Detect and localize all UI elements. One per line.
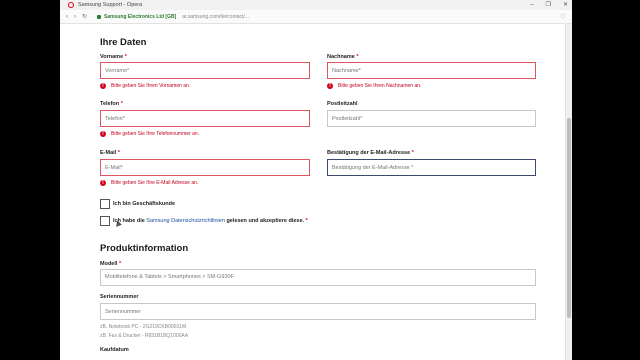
business-customer-checkbox[interactable]: [100, 199, 110, 209]
email-label: E-Mail *: [100, 150, 120, 156]
reload-icon[interactable]: ↻: [82, 13, 87, 20]
error-icon: !: [100, 180, 106, 186]
nachname-label: Nachname *: [327, 54, 359, 60]
page-content: Ihre Daten Vorname * !Bitte geben Sie Ih…: [60, 24, 565, 360]
modell-field[interactable]: Mobiltelefone & Tablets > Smartphones > …: [100, 269, 536, 286]
address-bar[interactable]: ‹ › ↻ Samsung Electronics Ltd [GB] ar.sa…: [60, 10, 572, 24]
telefon-label: Telefon *: [100, 101, 123, 107]
browser-window: Samsung Support - Opera – ❐ ✕ ‹ › ↻ Sams…: [60, 0, 572, 360]
telefon-input[interactable]: [100, 110, 310, 127]
privacy-checkbox[interactable]: [100, 216, 110, 226]
seriennummer-input[interactable]: [100, 303, 536, 320]
window-title: Samsung Support - Opera: [78, 2, 143, 8]
minimize-icon[interactable]: –: [530, 0, 533, 10]
business-customer-label[interactable]: Ich bin Geschäftskunde: [113, 201, 175, 207]
privacy-policy-link[interactable]: Samsung Datenschutzrichtlinien: [146, 218, 225, 224]
nachname-error: ! Bitte geben Sie Ihren Nachnamen an.: [327, 83, 421, 89]
seriennummer-hint-2: zB. Fax & Drucker - R831B1BQ1000AA: [100, 333, 189, 339]
email-error: ! Bitte geben Sie Ihre E-Mail Adresse an.: [100, 180, 198, 186]
section-title-product: Produktinformation: [100, 243, 189, 254]
back-icon[interactable]: ‹: [66, 14, 68, 20]
telefon-error: ! Bitte geben Sie Ihre Telefonnummer an.: [100, 131, 199, 137]
title-bar: Samsung Support - Opera – ❐ ✕: [60, 0, 572, 10]
postleitzahl-input[interactable]: [327, 110, 536, 127]
lock-icon[interactable]: [97, 14, 102, 19]
close-icon[interactable]: ✕: [563, 0, 568, 10]
site-identity[interactable]: Samsung Electronics Ltd [GB]: [104, 14, 176, 20]
maximize-icon[interactable]: ❐: [546, 0, 551, 10]
postleitzahl-label: Postleitzahl: [327, 101, 358, 107]
privacy-suffix: gelesen und akzeptiere diese.: [226, 218, 305, 224]
vorname-error: ! Bitte geben Sie Ihren Vornamen an.: [100, 83, 190, 89]
required-mark: *: [305, 218, 308, 224]
vorname-input[interactable]: [100, 62, 310, 79]
nachname-input[interactable]: [327, 62, 536, 79]
kaufdatum-label: Kaufdatum: [100, 347, 129, 353]
url-text[interactable]: ar.samsung.com/de/contact/...: [182, 14, 249, 20]
email-confirm-label: Bestätigung der E-Mail-Adresse *: [327, 150, 414, 156]
error-icon: !: [100, 131, 106, 137]
modell-label: Modell *: [100, 261, 122, 267]
heart-icon[interactable]: ♡: [560, 13, 566, 21]
opera-logo-icon: [68, 2, 74, 8]
seriennummer-label: Seriennummer: [100, 294, 139, 300]
section-title-personal: Ihre Daten: [100, 37, 147, 48]
error-icon: !: [327, 83, 333, 89]
privacy-label: Ich habe die Samsung Datenschutzrichtlin…: [113, 218, 308, 224]
scroll-thumb[interactable]: [567, 118, 571, 318]
email-confirm-input[interactable]: [327, 159, 536, 176]
forward-icon[interactable]: ›: [74, 14, 76, 20]
seriennummer-hint-1: zB. Notebook PC - 2G219CKB00031M: [100, 324, 187, 330]
email-input[interactable]: [100, 159, 310, 176]
vorname-label: Vorname *: [100, 54, 127, 60]
error-icon: !: [100, 83, 106, 89]
page-scrollbar[interactable]: [565, 24, 572, 360]
